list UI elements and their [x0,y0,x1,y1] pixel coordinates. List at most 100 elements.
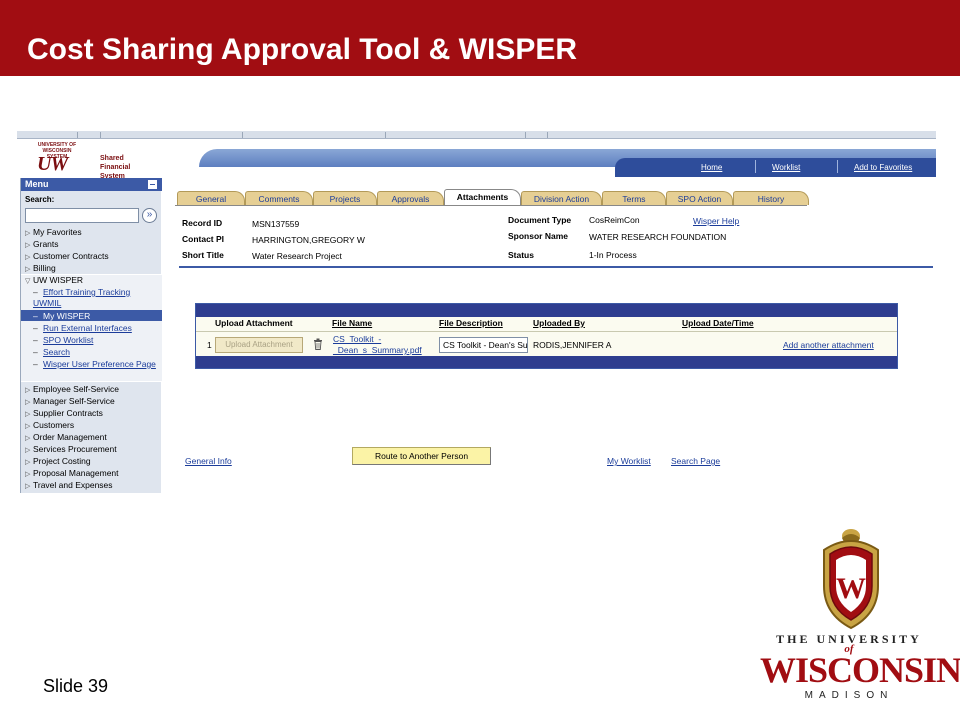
logo-uw-letters: UW [37,153,68,175]
menu-item-label: Services Procurement [33,444,117,454]
contact-pi-value: HARRINGTON,GREGORY W [252,235,365,245]
slide-title: Cost Sharing Approval Tool & WISPER [27,33,578,66]
short-title-value: Water Research Project [252,251,342,261]
expand-triangle-icon: ▷ [25,242,31,249]
expand-triangle-icon: ▷ [25,254,31,261]
toolbar-separator [547,132,548,138]
nav-separator [755,160,756,173]
menu-item-travel-and-expenses[interactable]: ▷ Travel and Expenses [25,480,113,492]
tab-spo-action[interactable]: SPO Action [666,191,733,205]
menu-search-label: Search: [25,195,55,204]
uw-wordmark-madison: MADISON [804,690,894,701]
dash-icon: – [33,347,38,357]
expand-triangle-icon: ▷ [25,387,31,394]
sponsor-name-label: Sponsor Name [508,231,568,241]
header-upload-date-time[interactable]: Upload Date/Time [682,318,754,328]
expand-triangle-icon: ▷ [25,459,31,466]
toolbar-separator [242,132,243,138]
tab-history[interactable]: History [733,191,809,205]
menu-item-uw-wisper[interactable]: ▽ UW WISPER [25,275,83,287]
home-link[interactable]: Home [701,163,722,172]
menu-sub-search[interactable]: – Search [33,347,70,358]
tab-approvals[interactable]: Approvals [377,191,444,205]
collapse-icon[interactable] [148,180,157,189]
tab-projects[interactable]: Projects [313,191,377,205]
menu-item-label: My Favorites [33,227,82,237]
slide: Cost Sharing Approval Tool & WISPER UNIV… [0,0,960,720]
upload-attachment-button[interactable]: Upload Attachment [215,337,303,353]
tab-baseline [175,205,807,206]
menu-item-label: Travel and Expenses [33,480,113,490]
general-info-link[interactable]: General Info [185,456,232,466]
tab-division-action[interactable]: Division Action [521,191,602,205]
menu-sub-label: Effort Training Tracking UWMIL [33,287,131,308]
menu-sub-run-external-interfaces[interactable]: – Run External Interfaces [33,323,132,334]
menu-item-grants[interactable]: ▷ Grants [25,239,59,251]
menu-sub-spo-worklist[interactable]: – SPO Worklist [33,335,93,346]
collapse-triangle-icon: ▽ [25,278,31,285]
menu-item-my-favorites[interactable]: ▷ My Favorites [25,227,82,239]
menu-item-customer-contracts[interactable]: ▷ Customer Contracts [25,251,109,263]
menu-item-label: Billing [33,263,56,273]
tab-comments[interactable]: Comments [245,191,313,205]
add-another-attachment-link[interactable]: Add another attachment [783,340,874,350]
menu-search-input[interactable] [25,208,139,223]
menu-sub-effort-training[interactable]: – Effort Training Tracking UWMIL [33,287,158,309]
expand-triangle-icon: ▷ [25,471,31,478]
menu-item-order-management[interactable]: ▷ Order Management [25,432,107,444]
dash-icon: – [33,287,38,297]
menu-sub-label: Wisper User Preference Page [43,359,156,369]
menu-sub-my-wisper[interactable]: – My WISPER [33,311,90,322]
tab-terms[interactable]: Terms [602,191,666,205]
trash-icon[interactable] [313,338,323,350]
menu-sub-label: Search [43,347,70,357]
menu-header: Menu [21,178,162,191]
menu-item-services-procurement[interactable]: ▷ Services Procurement [25,444,117,456]
expand-triangle-icon: ▷ [25,447,31,454]
expand-triangle-icon: ▷ [25,423,31,430]
menu-item-label: Employee Self-Service [33,384,119,394]
menu-item-label: Supplier Contracts [33,408,103,418]
menu-sub-label: Run External Interfaces [43,323,132,333]
search-go-icon[interactable]: » [142,208,157,223]
tab-general[interactable]: General [177,191,245,205]
file-name-link-line1[interactable]: CS_Toolkit_- [333,334,381,344]
add-to-favorites-link[interactable]: Add to Favorites [854,163,912,172]
menu-sub-user-preference[interactable]: – Wisper User Preference Page [33,359,158,370]
expand-triangle-icon: ▷ [25,230,31,237]
search-page-link[interactable]: Search Page [671,456,720,466]
file-name-link-line2[interactable]: _Dean_s_Summary.pdf [333,345,422,355]
header-file-description[interactable]: File Description [439,318,503,328]
slide-header: Cost Sharing Approval Tool & WISPER [0,0,960,76]
tab-attachments[interactable]: Attachments [444,189,521,205]
header-uploaded-by[interactable]: Uploaded By [533,318,585,328]
section-divider [179,266,933,268]
short-title-label: Short Title [182,250,224,260]
header-file-name[interactable]: File Name [332,318,372,328]
browser-toolbar [17,131,936,139]
document-type-label: Document Type [508,215,572,225]
menu-item-supplier-contracts[interactable]: ▷ Supplier Contracts [25,408,103,420]
wisper-help-link[interactable]: Wisper Help [693,216,739,226]
menu-separator [21,381,162,382]
slide-number: Slide 39 [43,676,109,696]
status-value: 1-In Process [589,250,637,260]
menu-item-customers[interactable]: ▷ Customers [25,420,74,432]
menu-item-manager-self-service[interactable]: ▷ Manager Self-Service [25,396,115,408]
menu-item-employee-self-service[interactable]: ▷ Employee Self-Service [25,384,119,396]
toolbar-separator [525,132,526,138]
my-worklist-link[interactable]: My Worklist [607,456,651,466]
menu-item-proposal-management[interactable]: ▷ Proposal Management [25,468,119,480]
menu-item-label: Order Management [33,432,107,442]
route-to-another-person-button[interactable]: Route to Another Person [352,447,491,465]
file-description-input[interactable]: CS Toolkit - Dean's Summary [439,337,528,353]
app-banner: UNIVERSITY OF WISCONSIN SYSTEM UW Shared… [17,139,936,180]
menu-item-project-costing[interactable]: ▷ Project Costing [25,456,91,468]
dash-icon: – [33,335,38,345]
contact-pi-label: Contact PI [182,234,225,244]
record-id-value: MSN137559 [252,219,300,229]
worklist-link[interactable]: Worklist [772,163,800,172]
sponsor-name-value: WATER RESEARCH FOUNDATION [589,232,727,242]
menu-sub-label: SPO Worklist [43,335,94,345]
row-index: 1 [207,340,212,350]
